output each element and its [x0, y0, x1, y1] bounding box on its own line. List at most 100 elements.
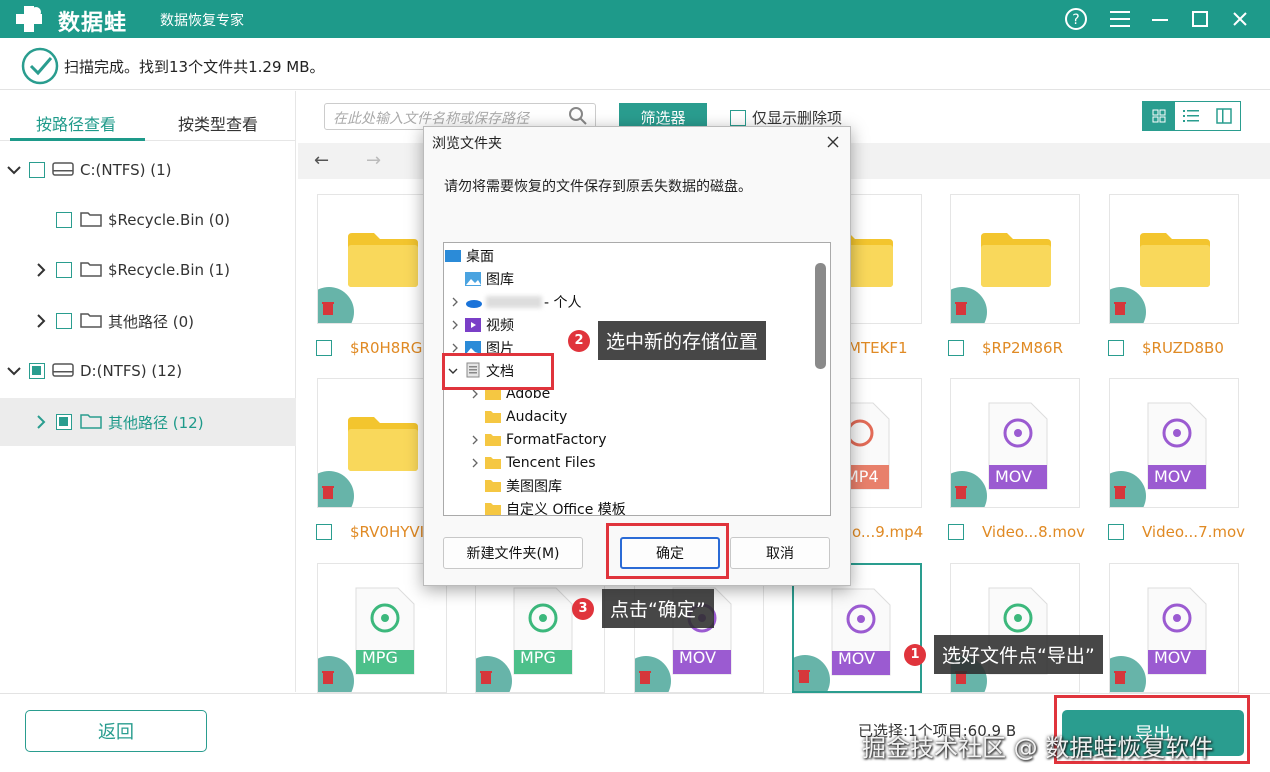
file-name[interactable]: MTEKF1 — [848, 339, 908, 357]
tree-scrollbar[interactable] — [815, 263, 826, 369]
chevron-right-icon[interactable] — [450, 343, 460, 353]
folder-item-formatfactory[interactable]: FormatFactory — [444, 428, 814, 451]
deleted-only-checkbox[interactable] — [730, 109, 746, 126]
file-checkbox[interactable] — [948, 524, 964, 540]
file-type-label: MPG — [520, 648, 556, 667]
new-folder-button[interactable]: 新建文件夹(M) — [443, 537, 583, 569]
folder-icon — [80, 414, 102, 429]
tree-item-other-paths-d[interactable]: 其他路径 (12) — [0, 398, 296, 446]
file-type-label: MOV — [838, 649, 876, 668]
desktop-icon — [445, 250, 461, 262]
folder-icon — [1140, 233, 1210, 287]
maximize-icon[interactable] — [1186, 5, 1214, 33]
drive-icon — [52, 363, 74, 377]
file-name[interactable]: $RUZD8B0 — [1108, 339, 1224, 357]
chevron-right-icon[interactable] — [34, 415, 48, 429]
tree-item-label: 其他路径 (12) — [108, 413, 204, 432]
tree-item-recycle-bin-1[interactable]: $Recycle.Bin (1) — [0, 246, 296, 294]
tree-item-other-paths-c[interactable]: 其他路径 (0) — [0, 297, 296, 345]
folder-item-desktop[interactable]: 桌面 — [444, 244, 814, 267]
chevron-right-icon[interactable] — [470, 458, 480, 468]
deleted-badge — [1110, 287, 1146, 323]
file-name[interactable]: $RV0HYVI — [316, 523, 424, 541]
scan-status-bar: 扫描完成。找到13个文件共1.29 MB。 — [0, 38, 1270, 90]
folder-item-office-templates[interactable]: 自定义 Office 模板 — [444, 497, 814, 515]
tree-item-d-drive[interactable]: D:(NTFS) (12) — [0, 347, 296, 395]
tree-checkbox[interactable] — [56, 212, 72, 228]
close-icon[interactable] — [1226, 5, 1254, 33]
tree-item-label: $Recycle.Bin (1) — [108, 261, 231, 279]
deleted-badge — [318, 471, 354, 507]
highlight-documents — [442, 353, 554, 390]
gallery-icon — [465, 272, 481, 286]
callout-step-3: 3 点击“确定” — [572, 589, 714, 628]
blurred-account-name — [486, 296, 542, 308]
file-name[interactable]: o...9.mp4 — [852, 523, 923, 541]
chevron-right-icon[interactable] — [470, 389, 480, 399]
folder-icon — [485, 480, 501, 492]
file-name[interactable]: Video...7.mov — [1108, 523, 1245, 541]
chevron-down-icon[interactable] — [7, 364, 21, 378]
folder-item-onedrive[interactable]: - 个人 — [444, 290, 814, 313]
tab-by-path[interactable]: 按路径查看 — [36, 111, 116, 135]
file-checkbox[interactable] — [1108, 524, 1124, 540]
file-name[interactable]: Video...8.mov — [948, 523, 1085, 541]
back-arrow-icon[interactable]: ← — [314, 150, 329, 171]
tree-checkbox[interactable] — [29, 162, 45, 178]
menu-icon[interactable] — [1106, 5, 1134, 33]
file-type-label: MOV — [1154, 648, 1192, 667]
chevron-right-icon[interactable] — [34, 314, 48, 328]
tree-item-recycle-bin-0[interactable]: $Recycle.Bin (0) — [0, 196, 296, 244]
forward-arrow-icon[interactable]: → — [366, 150, 381, 171]
file-card[interactable]: MOV — [1109, 563, 1239, 693]
dialog-close-icon[interactable] — [822, 131, 844, 153]
chevron-down-icon[interactable] — [7, 163, 21, 177]
tree-item-c-drive[interactable]: C:(NTFS) (1) — [0, 146, 296, 194]
help-icon[interactable]: ? — [1062, 5, 1090, 33]
folder-item-gallery[interactable]: 图库 — [444, 267, 814, 290]
file-card[interactable]: MOV — [950, 378, 1080, 508]
tab-by-type[interactable]: 按类型查看 — [178, 111, 258, 135]
file-type-label: MOV — [679, 648, 717, 667]
chevron-right-icon[interactable] — [450, 297, 460, 307]
tree-checkbox[interactable] — [56, 262, 72, 278]
file-type-label: MOV — [995, 467, 1033, 486]
chevron-right-icon[interactable] — [34, 263, 48, 277]
chevron-right-icon[interactable] — [450, 320, 460, 330]
grid-view-icon[interactable] — [1143, 102, 1176, 130]
file-checkbox[interactable] — [1108, 340, 1124, 356]
cancel-button[interactable]: 取消 — [730, 537, 830, 569]
search-icon[interactable] — [568, 106, 588, 126]
detail-view-icon[interactable] — [1208, 102, 1240, 130]
sidebar: 按路径查看 按类型查看 C:(NTFS) (1) $Recycle.Bin (0… — [0, 91, 296, 692]
file-card[interactable] — [950, 194, 1080, 324]
file-name[interactable]: $RP2M86R — [948, 339, 1063, 357]
folder-icon — [348, 417, 418, 471]
file-checkbox[interactable] — [948, 340, 964, 356]
tree-checkbox[interactable] — [29, 363, 45, 379]
tree-checkbox[interactable] — [56, 414, 72, 430]
tree-checkbox[interactable] — [56, 313, 72, 329]
deleted-badge — [951, 287, 987, 323]
folder-icon — [348, 233, 418, 287]
deleted-badge — [318, 287, 354, 323]
file-card[interactable]: MOV — [1109, 378, 1239, 508]
file-card[interactable] — [1109, 194, 1239, 324]
folder-item-audacity[interactable]: Audacity — [444, 405, 814, 428]
folder-icon — [981, 233, 1051, 287]
file-name[interactable]: $R0H8RG — [316, 339, 422, 357]
folder-item-tencent-files[interactable]: Tencent Files — [444, 451, 814, 474]
minimize-icon[interactable] — [1146, 5, 1174, 33]
list-view-icon[interactable] — [1175, 102, 1207, 130]
file-checkbox[interactable] — [316, 340, 332, 356]
chevron-right-icon[interactable] — [470, 435, 480, 445]
callout-step-1: 1 选好文件点“导出” — [904, 635, 1103, 674]
file-checkbox[interactable] — [316, 524, 332, 540]
back-button[interactable]: 返回 — [25, 710, 207, 752]
folder-item-meitu[interactable]: 美图图库 — [444, 474, 814, 497]
folder-icon — [485, 411, 501, 423]
tree-item-label: D:(NTFS) (12) — [80, 362, 183, 380]
dialog-title: 浏览文件夹 — [432, 136, 502, 152]
check-circle-icon — [21, 47, 59, 85]
deleted-only-toggle[interactable]: 仅显示删除项 — [730, 107, 842, 128]
